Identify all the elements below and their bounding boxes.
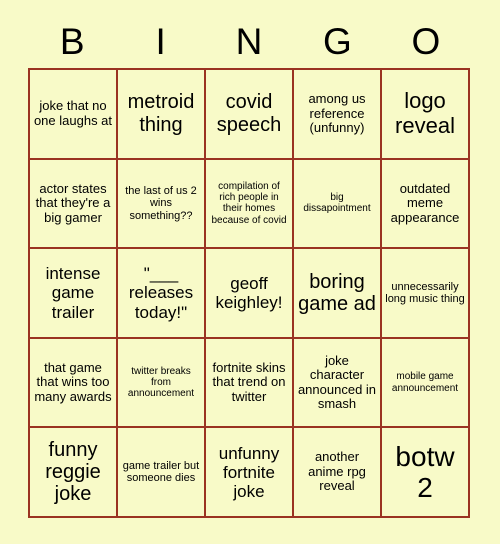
bingo-cell-text: the last of us 2 wins something?? bbox=[125, 184, 197, 222]
bingo-cell-text: joke character announced in smash bbox=[297, 352, 377, 412]
bingo-cell-text: twitter breaks from announcement bbox=[127, 365, 195, 400]
bingo-cell[interactable]: covid speech bbox=[206, 70, 294, 160]
bingo-cell-text: botw 2 bbox=[395, 440, 455, 504]
bingo-cell-text: joke that no one laughs at bbox=[33, 98, 113, 128]
header-letter-b: B bbox=[59, 20, 85, 62]
bingo-cell[interactable]: logo reveal bbox=[382, 70, 470, 160]
bingo-cell[interactable]: unnecessarily long music thing bbox=[382, 249, 470, 339]
header-letter-n: N bbox=[235, 20, 263, 62]
bingo-cell[interactable]: funny reggie joke bbox=[30, 428, 118, 518]
bingo-cell-text: covid speech bbox=[216, 91, 282, 136]
bingo-cell-text: metroid thing bbox=[127, 91, 195, 136]
bingo-cell-text: another anime rpg reveal bbox=[308, 449, 366, 494]
bingo-cell[interactable]: boring game ad bbox=[294, 249, 382, 339]
bingo-card: B I N G O joke that no one laughs at met… bbox=[0, 0, 500, 544]
bingo-cell[interactable]: big dissapointment bbox=[294, 159, 382, 250]
bingo-cell-text: mobile game announcement bbox=[391, 371, 459, 394]
bingo-cell[interactable]: intense game trailer bbox=[30, 249, 118, 339]
bingo-cell[interactable]: the last of us 2 wins something?? bbox=[118, 159, 206, 250]
header-letter-g: G bbox=[323, 20, 352, 62]
bingo-cell-text: geoff keighley! bbox=[215, 273, 283, 312]
bingo-cell[interactable]: among us reference (unfunny) bbox=[294, 70, 382, 160]
bingo-cell-text: that game that wins too many awards bbox=[34, 359, 112, 404]
bingo-cell-text: outdated meme appearance bbox=[390, 180, 460, 225]
bingo-cell[interactable]: fortnite skins that trend on twitter bbox=[206, 338, 294, 429]
bingo-cell[interactable]: botw 2 bbox=[382, 428, 470, 518]
bingo-cell[interactable]: "___ releases today!" bbox=[118, 249, 206, 339]
bingo-cell[interactable]: another anime rpg reveal bbox=[294, 428, 382, 518]
bingo-cell-text: unfunny fortnite joke bbox=[218, 443, 280, 501]
bingo-grid: joke that no one laughs at metroid thing… bbox=[28, 68, 470, 518]
header-letter-i: I bbox=[155, 20, 166, 62]
bingo-cell[interactable]: metroid thing bbox=[118, 70, 206, 160]
bingo-cell-text: compilation of rich people in their home… bbox=[211, 181, 287, 226]
bingo-cell[interactable]: that game that wins too many awards bbox=[30, 338, 118, 429]
bingo-cell-text: boring game ad bbox=[298, 270, 376, 315]
bingo-header: B I N G O bbox=[28, 14, 470, 68]
bingo-cell-text: fortnite skins that trend on twitter bbox=[212, 359, 286, 404]
bingo-cell-text: intense game trailer bbox=[45, 264, 101, 322]
bingo-cell[interactable]: unfunny fortnite joke bbox=[206, 428, 294, 518]
header-letter-o: O bbox=[411, 20, 441, 62]
bingo-cell[interactable]: actor states that they're a big gamer bbox=[30, 159, 118, 250]
bingo-cell-text: game trailer but someone dies bbox=[122, 459, 200, 485]
bingo-cell-text: unnecessarily long music thing bbox=[385, 280, 465, 305]
bingo-cell[interactable]: twitter breaks from announcement bbox=[118, 338, 206, 429]
bingo-cell[interactable]: mobile game announcement bbox=[382, 338, 470, 429]
bingo-cell-text: big dissapointment bbox=[303, 192, 371, 215]
bingo-cell-text: among us reference (unfunny) bbox=[308, 90, 366, 136]
bingo-cell-text: logo reveal bbox=[395, 88, 455, 138]
bingo-cell[interactable]: joke that no one laughs at bbox=[30, 70, 118, 160]
bingo-cell[interactable]: outdated meme appearance bbox=[382, 159, 470, 250]
bingo-cell[interactable]: joke character announced in smash bbox=[294, 338, 382, 429]
bingo-cell-text: "___ releases today!" bbox=[128, 264, 194, 322]
bingo-cell[interactable]: compilation of rich people in their home… bbox=[206, 159, 294, 250]
bingo-cell[interactable]: game trailer but someone dies bbox=[118, 428, 206, 518]
bingo-cell-text: actor states that they're a big gamer bbox=[35, 180, 111, 225]
bingo-cell-text: funny reggie joke bbox=[45, 438, 101, 506]
bingo-cell[interactable]: geoff keighley! bbox=[206, 249, 294, 339]
